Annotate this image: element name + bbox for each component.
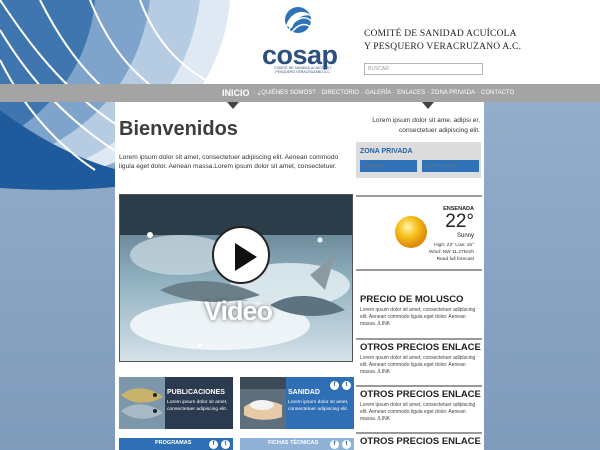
tile-text: Lorem ipsum dolor sit amet, consectetuer… [167, 400, 228, 412]
fish-thumbnail [119, 377, 165, 429]
weather-temperature: 22° [445, 211, 474, 232]
news-divider [356, 338, 482, 340]
sidebar-marker-icon [422, 102, 434, 109]
twitter-icon[interactable]: t [342, 440, 351, 449]
username-field[interactable] [360, 160, 417, 172]
page-title: Bienvenidos [119, 118, 238, 140]
tile-title: PUBLICACIONES [167, 389, 225, 396]
tile-sanidad[interactable]: SANIDAD Lorem ipsum dolor sit amet, cons… [240, 377, 354, 429]
news-title: OTROS PRECIOS ENLACE [360, 436, 481, 447]
organization-name: Comité de Sanidad Acuícola y Pesquero Ve… [364, 28, 564, 54]
news-title: OTROS PRECIOS ENLACE [360, 342, 481, 353]
tile-programas[interactable]: PROGRAMAS f t [119, 438, 233, 450]
news-divider [356, 385, 482, 387]
search-input[interactable] [364, 63, 483, 75]
news-item[interactable]: PRECIO DE MOLUSCO Lorem ipsum dolor sit … [360, 294, 482, 328]
tile-title: FICHAS TÉCNICAS [268, 440, 319, 446]
video-label: Video [204, 296, 273, 326]
nav-item-contacto[interactable]: CONTACTO [480, 90, 515, 96]
tile-title: SANIDAD [288, 389, 320, 396]
news-item[interactable]: OTROS PRECIOS ENLACE Lorem ipsum dolor s… [360, 342, 482, 376]
play-button[interactable] [212, 226, 270, 284]
nav-item-inicio[interactable]: INICIO [221, 88, 253, 98]
weather-high-low: High: 23° Low: 15° [434, 243, 474, 248]
tile-publicaciones[interactable]: PUBLICACIONES Lorem ipsum dolor sit amet… [119, 377, 233, 429]
facebook-icon[interactable]: f [330, 440, 339, 449]
org-name-line1: Comité de Sanidad Acuícola [364, 29, 517, 39]
news-divider [356, 432, 482, 434]
nav-item-enlaces[interactable]: ENLACES [396, 90, 426, 96]
facebook-icon[interactable]: f [209, 440, 218, 449]
play-icon [235, 243, 257, 271]
nav-item-quienes-somos[interactable]: ¿QUIÉNES SOMOS? [257, 90, 317, 96]
nav-item-galeria[interactable]: GALERÍA [364, 90, 392, 96]
tile-text: Lorem ipsum dolor sit amet, consectetuer… [288, 400, 349, 412]
twitter-icon[interactable]: t [342, 381, 351, 390]
welcome-text: Lorem ipsum dolor sit amet, consectetuer… [119, 154, 339, 170]
news-title: OTROS PRECIOS ENLACE [360, 389, 481, 400]
twitter-icon[interactable]: t [221, 440, 230, 449]
news-item[interactable]: OTROS PRECIOS ENLACE [360, 436, 482, 447]
news-text: Lorem ipsum dolor sit amet, consectetuer… [360, 355, 476, 375]
news-item[interactable]: OTROS PRECIOS ENLACE Lorem ipsum dolor s… [360, 389, 482, 423]
password-field[interactable] [422, 160, 479, 172]
org-name-line2: y Pesquero Veracruzano A.C. [364, 42, 522, 52]
weather-wind: Wind: NW 11.27km/h [429, 250, 474, 255]
private-zone-title: ZONA PRIVADA [360, 148, 413, 155]
social-links: f t [330, 440, 351, 449]
tile-fichas-tecnicas[interactable]: FICHAS TÉCNICAS f t [240, 438, 354, 450]
forecast-link[interactable]: Read full forecast [424, 257, 474, 262]
news-text: Lorem ipsum dolor sit amet, consectetuer… [360, 307, 476, 327]
weather-condition: Sunny [456, 233, 474, 239]
nav-item-zona-privada[interactable]: ZONA PRIVADA [430, 90, 476, 96]
active-nav-marker-icon [227, 102, 239, 109]
sidebar-intro: Lorem ipsum dolor sit ame, adipsi er, co… [372, 117, 480, 134]
facebook-icon[interactable]: f [330, 381, 339, 390]
hand-thumbnail [240, 377, 286, 429]
social-links: f t [209, 440, 230, 449]
nav-items: INICIO · ¿QUIÉNES SOMOS? · DIRECTORIO · … [221, 84, 515, 102]
logo-tagline: COMITÉ DE SANIDAD ACUÍCOLA Y PESQUERO VE… [274, 66, 332, 74]
tile-title: PROGRAMAS [155, 440, 192, 446]
social-links: f t [330, 381, 351, 390]
news-title: PRECIO DE MOLUSCO [360, 294, 464, 305]
nav-item-directorio[interactable]: DIRECTORIO [321, 90, 361, 96]
news-text: Lorem ipsum dolor sit amet, consectetuer… [360, 402, 476, 422]
